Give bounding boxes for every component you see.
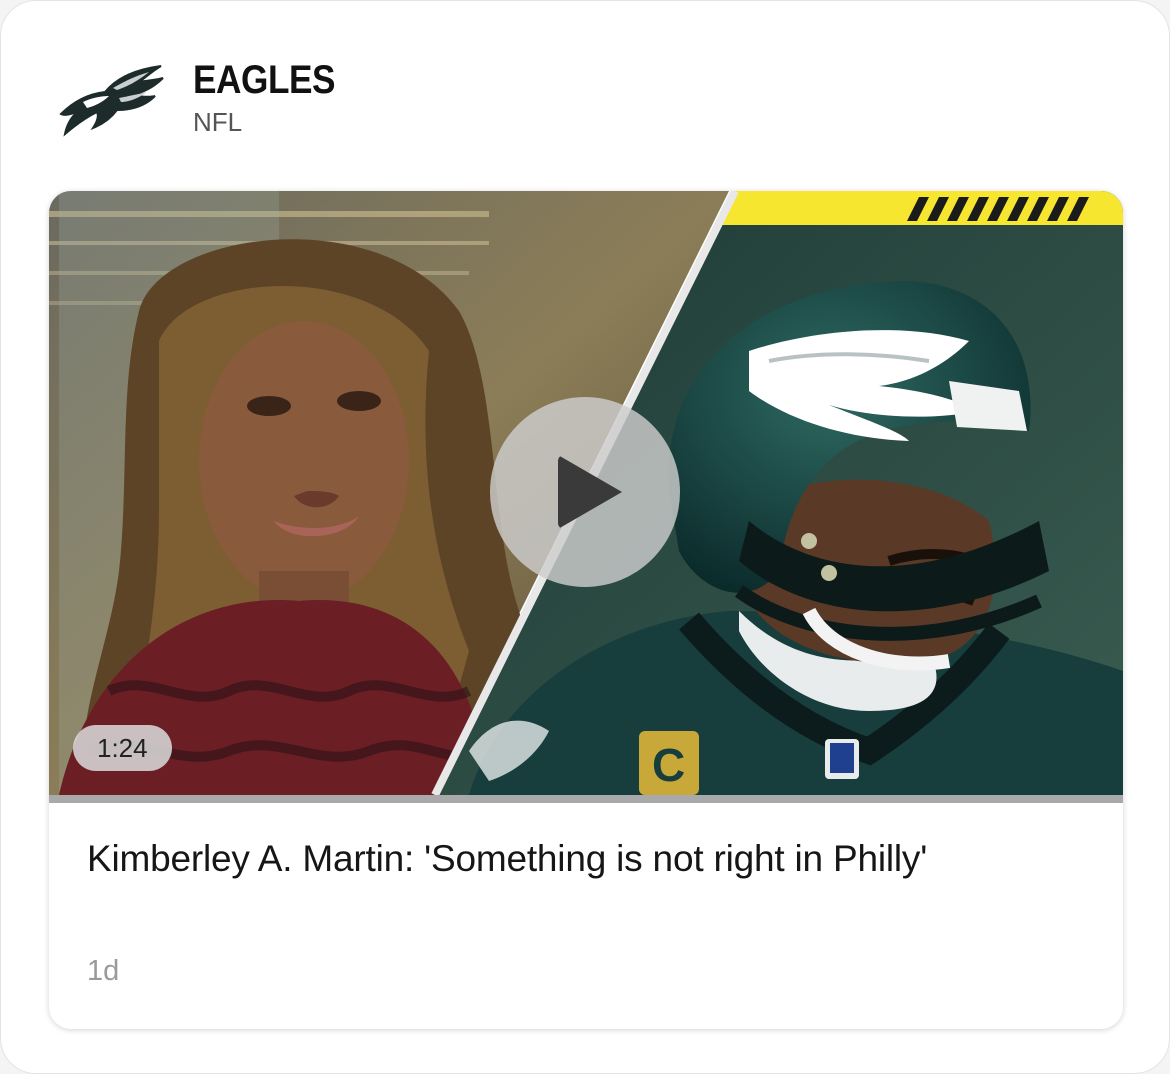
eagles-logo-icon <box>59 65 164 137</box>
team-league: NFL <box>193 107 243 137</box>
duration-badge: 1:24 <box>73 725 172 771</box>
team-name: EAGLES <box>193 58 336 102</box>
video-card[interactable]: C 1:24 Kimberley A. Martin: 'Something i… <box>49 191 1123 1029</box>
progress-bar <box>49 795 1123 803</box>
feed-container: EAGLES NFL C 1:24 Kimberley A. Martin: '… <box>0 0 1170 1074</box>
thumbnail-image[interactable]: C 1:24 <box>49 191 1123 795</box>
team-header[interactable]: EAGLES NFL <box>53 53 354 143</box>
play-icon <box>558 455 622 529</box>
timestamp: 1d <box>87 955 120 987</box>
play-button[interactable] <box>490 397 680 587</box>
video-headline[interactable]: Kimberley A. Martin: 'Something is not r… <box>87 831 1077 887</box>
svg-text:C: C <box>652 739 685 791</box>
